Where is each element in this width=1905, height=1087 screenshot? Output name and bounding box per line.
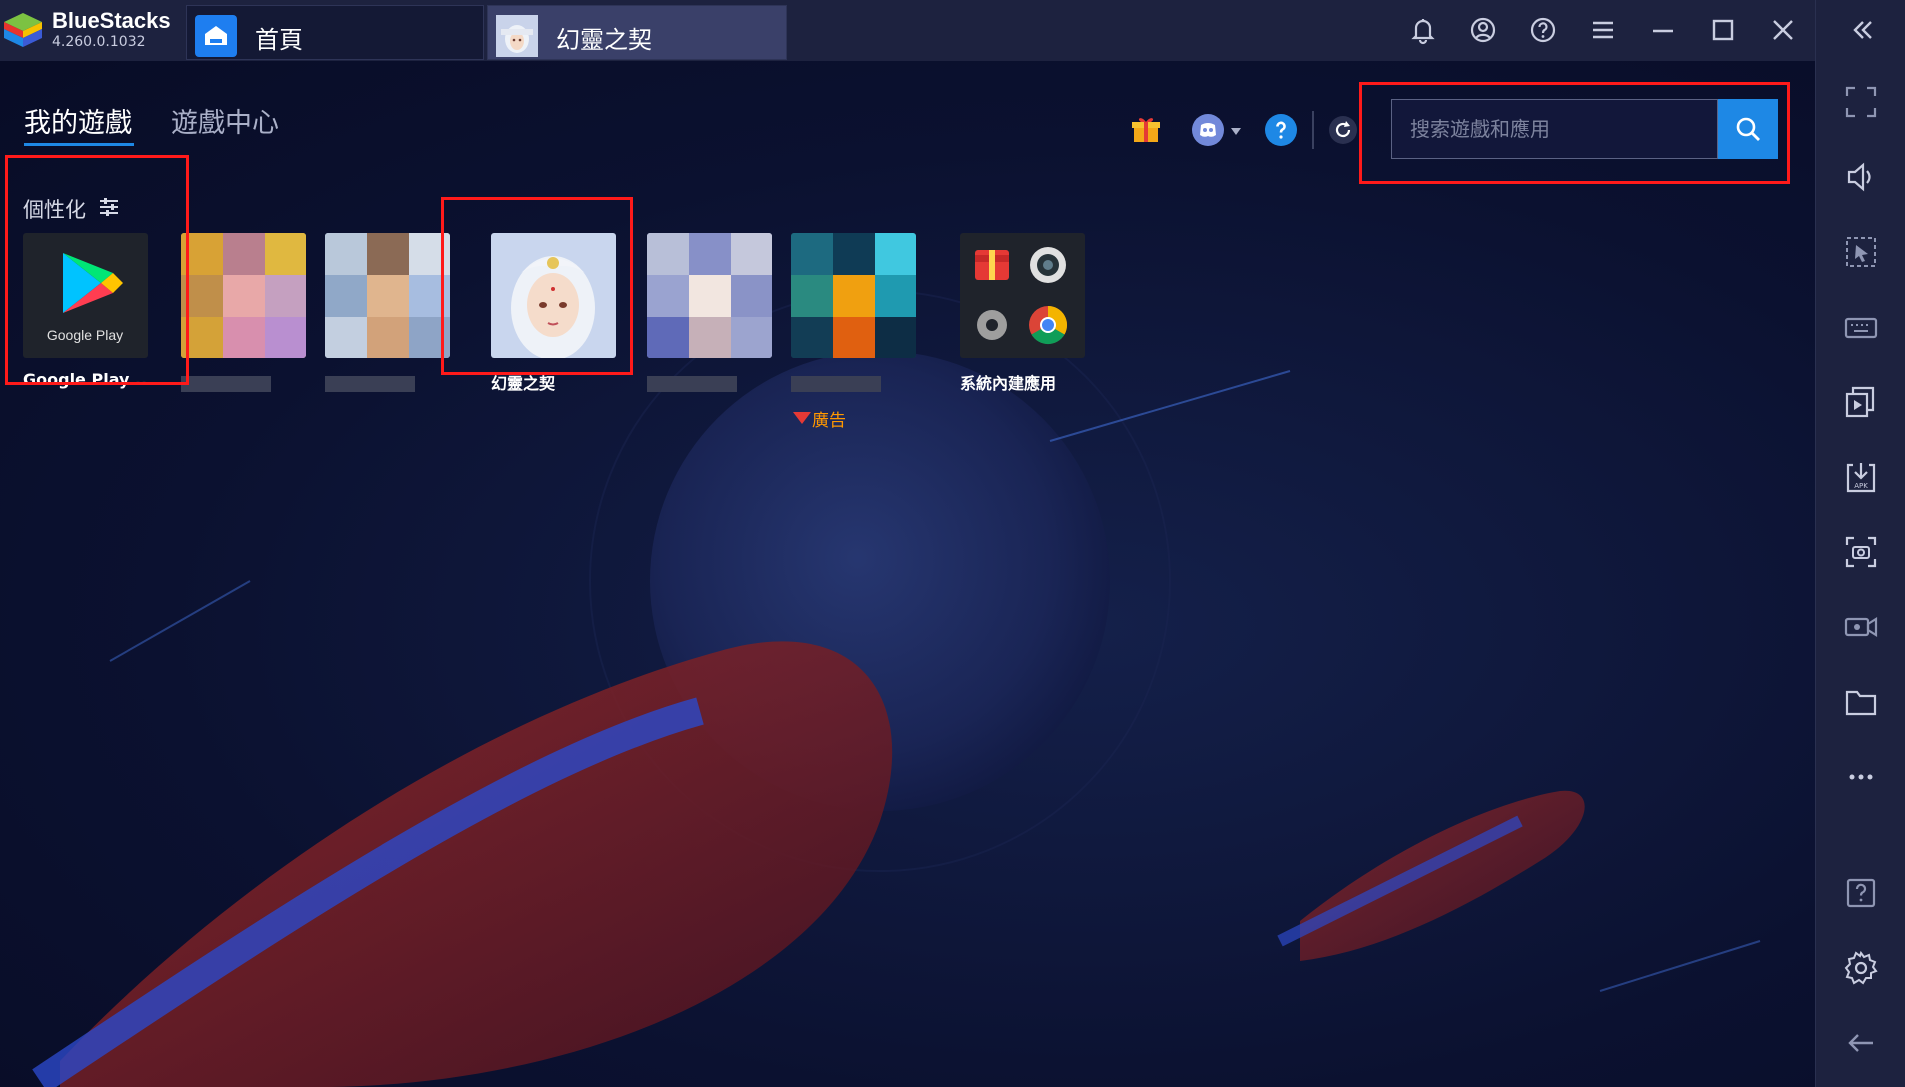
app-name-blurred [647,376,737,392]
right-toolbar: APK [1815,0,1905,1087]
background-artwork [32,290,1761,1087]
bluestacks-window: BlueStacks 4.260.0.1032 首頁 幻靈之契 我的遊戲 遊戲中… [0,0,1905,1087]
brand-name: BlueStacks [52,8,171,33]
app-tile-ad[interactable] [791,233,916,392]
help-icon[interactable] [1527,14,1559,46]
svg-text:APK: APK [1854,482,1868,490]
app-icon-pixelated[interactable] [325,233,450,358]
app-system-apps[interactable]: 系統內建應用 [960,233,1085,394]
game-thumbnail [496,15,538,57]
back-icon[interactable] [1843,1025,1879,1061]
fullscreen-icon[interactable] [1843,84,1879,120]
apk-install-icon[interactable]: APK [1843,459,1879,495]
help-circle-icon[interactable] [1264,113,1298,147]
app-icon-pixelated[interactable] [181,233,306,358]
keyboard-icon[interactable] [1843,309,1879,345]
multi-instance-icon[interactable] [1843,384,1879,420]
main-area: 我的遊戲 遊戲中心 個性化 [0,61,1815,1087]
home-icon [195,15,237,57]
record-icon[interactable] [1843,609,1879,645]
close-icon[interactable] [1767,14,1799,46]
highlight-game [441,197,633,375]
chevron-down-icon[interactable] [1229,123,1243,137]
app-icon-pixelated[interactable] [791,233,916,358]
screenshot-icon[interactable] [1843,534,1879,570]
system-apps-folder[interactable] [960,233,1085,358]
app-name-blurred [325,376,415,392]
menu-icon[interactable] [1587,14,1619,46]
ad-label: 廣告 [812,411,846,431]
tab-my-games[interactable]: 我的遊戲 [24,101,132,140]
maximize-icon[interactable] [1707,14,1739,46]
collapse-sidebar-icon[interactable] [1843,12,1879,48]
tab-game[interactable]: 幻靈之契 [487,5,787,60]
app-tile-3[interactable] [325,233,450,392]
pointer-icon[interactable] [1843,234,1879,270]
bluestacks-logo [4,13,42,47]
tab-game-center[interactable]: 遊戲中心 [171,101,279,140]
toolbar-separator [1312,111,1314,149]
app-tile-5[interactable] [647,233,772,392]
gift-icon[interactable] [1129,113,1163,147]
title-bar: BlueStacks 4.260.0.1032 首頁 幻靈之契 [0,0,1815,61]
bell-icon[interactable] [1407,14,1439,46]
tab-home-label: 首頁 [255,26,303,54]
app-name-blurred [791,376,881,392]
minimize-icon[interactable] [1647,14,1679,46]
tab-game-label: 幻靈之契 [556,26,652,54]
more-icon[interactable] [1843,759,1879,795]
settings-icon[interactable] [1843,950,1879,986]
brand-version: 4.260.0.1032 [52,34,146,50]
app-name: 系統內建應用 [960,374,1057,393]
tab-home[interactable]: 首頁 [186,5,484,60]
ad-marker-icon [793,412,811,424]
volume-icon[interactable] [1843,159,1879,195]
active-tab-indicator [24,143,134,146]
help-box-icon[interactable] [1843,875,1879,911]
app-tile-2[interactable] [181,233,306,392]
highlight-search [1359,82,1790,184]
app-name-blurred [181,376,271,392]
highlight-google-play [5,155,189,385]
discord-icon[interactable] [1191,113,1225,147]
refresh-icon[interactable] [1328,115,1358,145]
account-icon[interactable] [1467,14,1499,46]
folder-icon[interactable] [1843,684,1879,720]
app-icon-pixelated[interactable] [647,233,772,358]
